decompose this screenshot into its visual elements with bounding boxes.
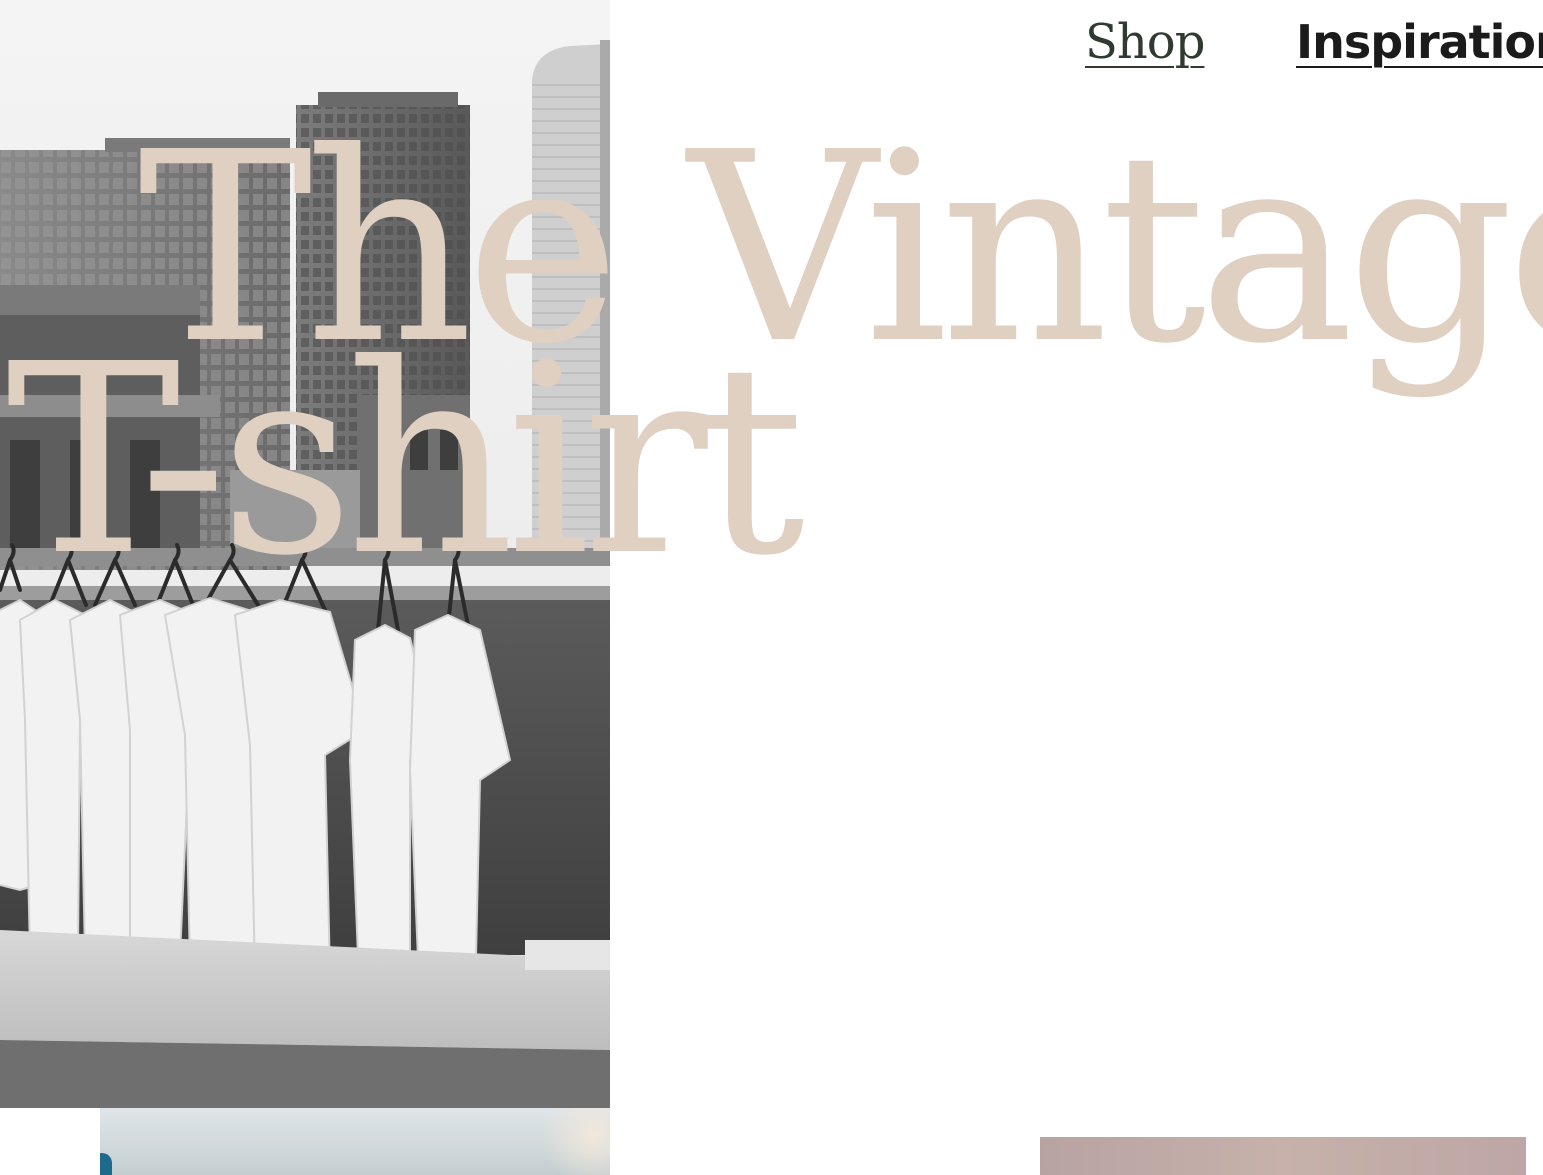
- teaser-shape: [100, 1153, 112, 1175]
- nav-link-shop[interactable]: Shop: [1085, 12, 1205, 72]
- teaser-image-right[interactable]: [1040, 1137, 1526, 1175]
- nav-link-inspiration[interactable]: Inspiratior: [1296, 12, 1543, 72]
- top-nav: Shop Inspiratior: [0, 0, 1543, 90]
- teaser-image-left[interactable]: [100, 1108, 610, 1175]
- hero-photo: [0, 0, 610, 1108]
- page: The Vintage T-shirt Shop Inspiratior: [0, 0, 1543, 1175]
- teaser-glow: [530, 1108, 610, 1175]
